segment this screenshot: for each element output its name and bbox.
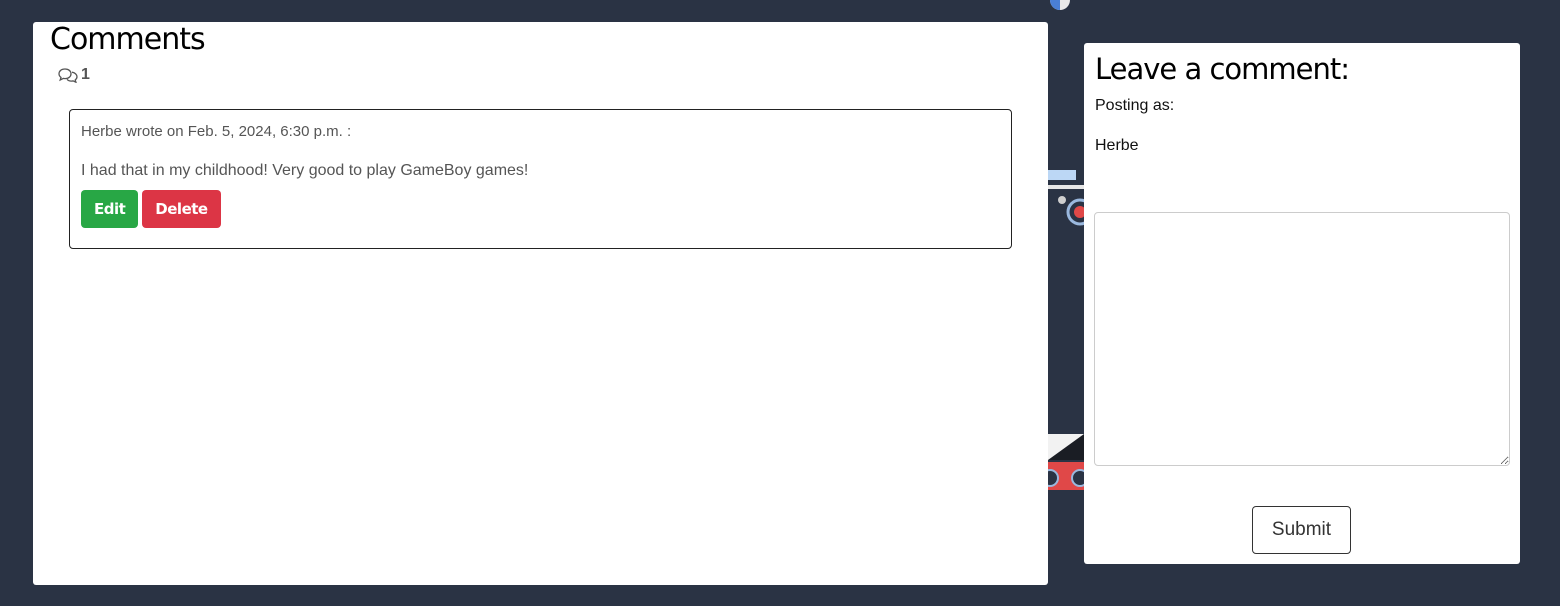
comment-item: Herbe wrote on Feb. 5, 2024, 6:30 p.m. :… — [69, 109, 1012, 249]
comment-actions: Edit Delete — [81, 190, 1000, 228]
delete-button[interactable]: Delete — [142, 190, 221, 228]
comment-meta: Herbe wrote on Feb. 5, 2024, 6:30 p.m. : — [81, 123, 352, 140]
username-label: Herbe — [1095, 137, 1139, 154]
posting-as-label: Posting as: — [1095, 97, 1175, 114]
comment-textarea[interactable] — [1094, 212, 1510, 466]
submit-button[interactable]: Submit — [1252, 506, 1351, 554]
comment-count-value: 1 — [81, 66, 90, 83]
comment-count: 1 — [58, 66, 90, 84]
chat-bubbles-icon — [58, 68, 78, 83]
comments-card: Comments 1 Herbe wrote on Feb. 5, 2024, … — [33, 22, 1048, 585]
leave-comment-card: Leave a comment: Posting as: Herbe Submi… — [1084, 43, 1520, 564]
edit-button[interactable]: Edit — [81, 190, 139, 228]
leave-comment-title: Leave a comment: — [1095, 52, 1350, 86]
comments-title: Comments — [50, 22, 206, 57]
comment-body: I had that in my childhood! Very good to… — [81, 162, 529, 179]
